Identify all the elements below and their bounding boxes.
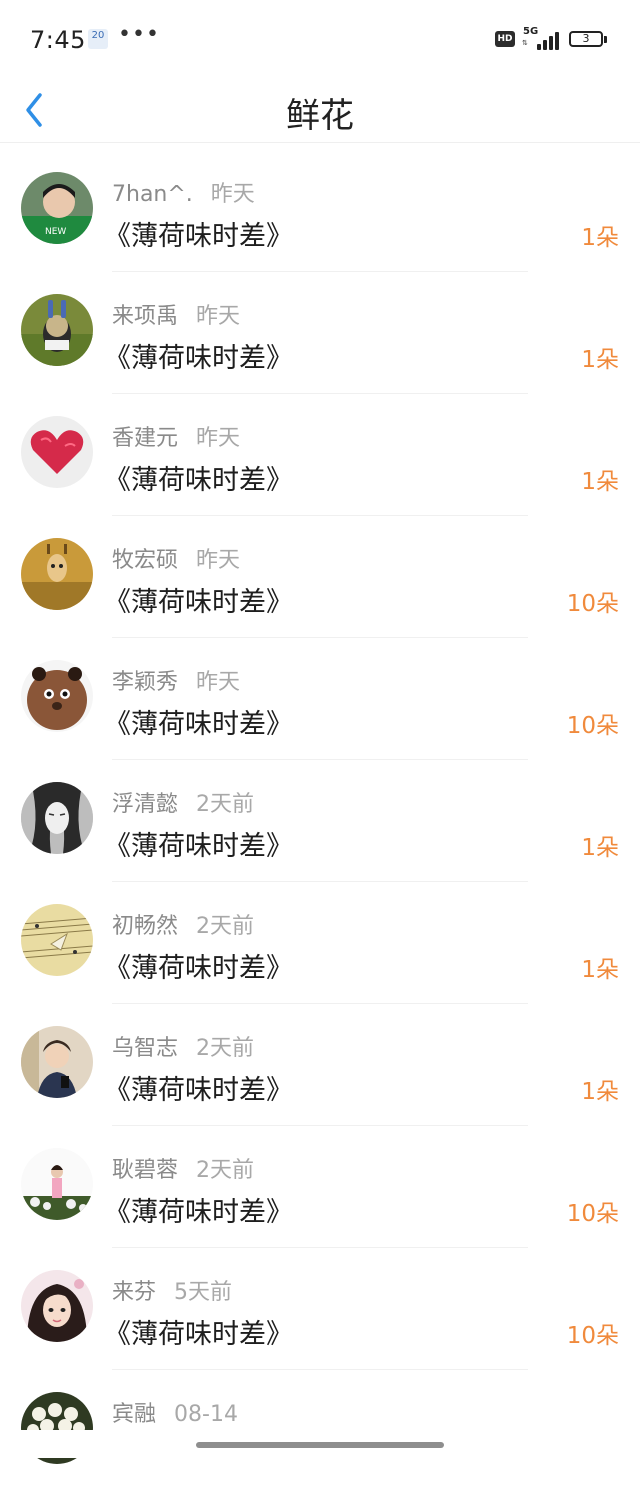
avatar[interactable] bbox=[21, 538, 93, 610]
avatar[interactable] bbox=[21, 1148, 93, 1220]
avatar[interactable] bbox=[21, 1026, 93, 1098]
send-time: 昨天 bbox=[196, 670, 241, 695]
list-item[interactable]: 来项禹 昨天 《薄荷味时差》 1朵 bbox=[0, 272, 640, 394]
calendar-icon: 20 bbox=[88, 29, 108, 49]
sender-name: 李颖秀 bbox=[112, 670, 179, 695]
send-time: 昨天 bbox=[196, 304, 241, 329]
status-time: 7:45 bbox=[30, 26, 86, 54]
book-title: 《薄荷味时差》 bbox=[104, 343, 293, 374]
svg-text:NEW: NEW bbox=[45, 227, 66, 237]
send-time: 2天前 bbox=[196, 1036, 255, 1061]
nav-bar: 鲜花 bbox=[0, 80, 640, 143]
record-meta: 李颖秀 昨天 bbox=[112, 664, 240, 696]
flower-count: 10朵 bbox=[566, 713, 619, 739]
flower-count: 10朵 bbox=[566, 1201, 619, 1227]
more-notifications-icon: ••• bbox=[118, 22, 160, 47]
signal-icon: 5G ⇅ bbox=[521, 26, 563, 50]
flower-count: 1朵 bbox=[581, 469, 619, 495]
battery-level: 3 bbox=[582, 32, 590, 45]
list-item[interactable]: 初畅然 2天前 《薄荷味时差》 1朵 bbox=[0, 882, 640, 1004]
book-title: 《薄荷味时差》 bbox=[104, 1319, 293, 1350]
record-meta: 耿碧蓉 2天前 bbox=[112, 1152, 254, 1184]
list-item[interactable]: 李颖秀 昨天 《薄荷味时差》 10朵 bbox=[0, 638, 640, 760]
record-meta: 乌智志 2天前 bbox=[112, 1030, 254, 1062]
hd-icon: HD bbox=[495, 31, 515, 47]
sender-name: 耿碧蓉 bbox=[112, 1158, 179, 1183]
book-title: 《薄荷味时差》 bbox=[104, 1075, 293, 1106]
record-meta: 牧宏硕 昨天 bbox=[112, 542, 240, 574]
record-meta: 香建元 昨天 bbox=[112, 420, 240, 452]
flower-count: 10朵 bbox=[566, 1323, 619, 1349]
calendar-day: 20 bbox=[91, 30, 105, 41]
send-time: 5天前 bbox=[174, 1280, 233, 1305]
record-meta: 来项禹 昨天 bbox=[112, 298, 240, 330]
record-meta: 初畅然 2天前 bbox=[112, 908, 254, 940]
sender-name: 7han^. bbox=[112, 182, 193, 207]
flower-count: 1朵 bbox=[581, 225, 619, 251]
flower-list: NEW 7han^. 昨天 《薄荷味时差》 1朵 来项禹 昨天 《薄荷味时差》 1朵… bbox=[0, 150, 640, 1492]
book-title: 《薄荷味时差》 bbox=[104, 221, 293, 252]
record-meta: 来芬 5天前 bbox=[112, 1274, 232, 1306]
page-title: 鲜花 bbox=[286, 96, 354, 136]
list-item[interactable]: 耿碧蓉 2天前 《薄荷味时差》 10朵 bbox=[0, 1126, 640, 1248]
record-meta: 浮清懿 2天前 bbox=[112, 786, 254, 818]
list-item[interactable]: 香建元 昨天 《薄荷味时差》 1朵 bbox=[0, 394, 640, 516]
book-title: 《薄荷味时差》 bbox=[104, 831, 293, 862]
flower-count: 1朵 bbox=[581, 957, 619, 983]
sender-name: 来芬 bbox=[112, 1280, 157, 1305]
battery-tip bbox=[604, 36, 607, 43]
avatar[interactable] bbox=[21, 294, 93, 366]
sender-name: 来项禹 bbox=[112, 304, 179, 329]
record-meta: 宾融 08-14 bbox=[112, 1396, 238, 1428]
network-type: 5G bbox=[523, 26, 539, 37]
list-item[interactable]: 乌智志 2天前 《薄荷味时差》 1朵 bbox=[0, 1004, 640, 1126]
sender-name: 初畅然 bbox=[112, 914, 179, 939]
avatar[interactable] bbox=[21, 416, 93, 488]
sender-name: 浮清懿 bbox=[112, 792, 179, 817]
record-meta: 7han^. 昨天 bbox=[112, 176, 255, 208]
sender-name: 乌智志 bbox=[112, 1036, 179, 1061]
book-title: 《薄荷味时差》 bbox=[104, 1197, 293, 1228]
avatar[interactable]: NEW bbox=[21, 172, 93, 244]
list-item[interactable]: 来芬 5天前 《薄荷味时差》 10朵 bbox=[0, 1248, 640, 1370]
book-title: 《薄荷味时差》 bbox=[104, 709, 293, 740]
send-time: 昨天 bbox=[210, 182, 255, 207]
book-title: 《薄荷味时差》 bbox=[104, 587, 293, 618]
send-time: 2天前 bbox=[196, 1158, 255, 1183]
sender-name: 香建元 bbox=[112, 426, 179, 451]
avatar[interactable] bbox=[21, 904, 93, 976]
send-time: 2天前 bbox=[196, 914, 255, 939]
home-indicator[interactable] bbox=[196, 1442, 444, 1448]
send-time: 昨天 bbox=[196, 426, 241, 451]
flower-count: 1朵 bbox=[581, 347, 619, 373]
sender-name: 牧宏硕 bbox=[112, 548, 179, 573]
battery-icon: 3 bbox=[569, 31, 603, 47]
avatar[interactable] bbox=[21, 1270, 93, 1342]
avatar[interactable] bbox=[21, 660, 93, 732]
send-time: 08-14 bbox=[174, 1402, 238, 1427]
list-item[interactable]: NEW 7han^. 昨天 《薄荷味时差》 1朵 bbox=[0, 150, 640, 272]
list-item[interactable]: 牧宏硕 昨天 《薄荷味时差》 10朵 bbox=[0, 516, 640, 638]
book-title: 《薄荷味时差》 bbox=[104, 465, 293, 496]
send-time: 昨天 bbox=[196, 548, 241, 573]
flower-count: 10朵 bbox=[566, 591, 619, 617]
sender-name: 宾融 bbox=[112, 1402, 157, 1427]
book-title: 《薄荷味时差》 bbox=[104, 953, 293, 984]
list-item[interactable]: 浮清懿 2天前 《薄荷味时差》 1朵 bbox=[0, 760, 640, 882]
avatar[interactable] bbox=[21, 782, 93, 854]
flower-count: 1朵 bbox=[581, 1079, 619, 1105]
send-time: 2天前 bbox=[196, 792, 255, 817]
status-bar: 7:45 20 ••• HD 5G ⇅ 3 bbox=[0, 0, 640, 80]
flower-count: 1朵 bbox=[581, 835, 619, 861]
